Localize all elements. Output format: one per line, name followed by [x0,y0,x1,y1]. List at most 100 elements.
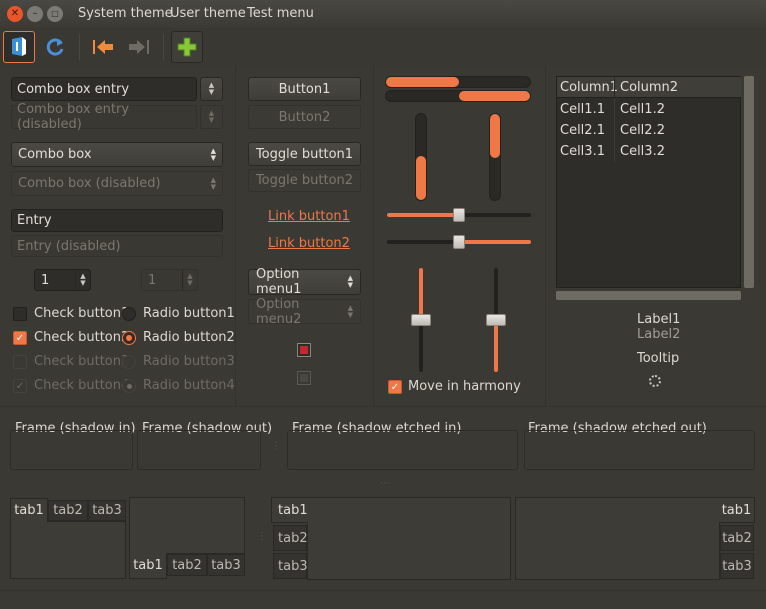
hscale2-knob[interactable] [453,235,465,249]
combo-box-label: Combo box [18,147,92,162]
move-in-harmony-checkbox[interactable]: ✓ [388,380,402,394]
maximize-icon[interactable]: □ [47,6,63,22]
hscale1-knob[interactable] [453,208,465,222]
radio-button2-circle[interactable] [122,331,136,345]
spin-button[interactable]: 1 ▲ ▼ [34,269,91,291]
combo-box-entry[interactable]: Combo box entry [11,77,197,101]
combo-entry-disabled-dropdown: ▲ ▼ [200,105,223,129]
option-menu2: Option menu2 ▲ ▼ [248,297,361,327]
spin-arrows-icon[interactable]: ▲ ▼ [75,270,90,290]
notebook-bottom-tab2[interactable]: tab2 [167,554,207,576]
progress-bar-vertical2 [489,113,501,201]
column-separator [545,66,546,406]
check-button1-box[interactable] [13,307,27,321]
refresh-icon[interactable] [39,31,71,63]
spin-button-disabled-value: 1 [148,272,157,288]
link-button2[interactable]: Link button2 [268,236,350,251]
spinner-icon [649,375,661,387]
tree-vscrollbar[interactable] [744,76,754,288]
notebook-top-tab3[interactable]: tab3 [88,500,126,521]
progress-fill [490,114,500,158]
radio-button2-label: Radio button2 [143,330,235,345]
spin-button-disabled: 1 ▲ ▼ [141,269,198,291]
combo-entry-dropdown[interactable]: ▲ ▼ [200,77,223,101]
column-divider [614,98,615,162]
notebook-right-tab1[interactable]: tab1 [719,497,755,523]
combo-box-disabled: Combo box (disabled) ▲ ▼ [11,171,223,196]
tree-cell[interactable]: Cell1.2 [620,102,665,117]
radio-button3-label: Radio button3 [143,354,235,369]
bottom-separator [0,590,766,591]
progress-bar-vertical1 [415,113,427,201]
frame-etched-out [524,430,755,470]
combo-box-entry-disabled: Combo box entry (disabled) [11,102,197,132]
toolbar-separator [163,34,164,60]
radio-button1-circle[interactable] [122,307,136,321]
notebook-top-tab2[interactable]: tab2 [48,500,88,521]
pane-handle-icon[interactable]: ⋮ [257,531,267,542]
check-button2-box[interactable]: ✓ [13,331,27,345]
pane-handle-icon[interactable]: ⋯ [380,478,390,489]
chevron-updown-icon: ▲ ▼ [210,175,216,191]
back-icon[interactable] [87,31,119,63]
menu-test[interactable]: Test menu [247,6,314,21]
column2-header[interactable]: Column2 [620,80,678,95]
spin-button-value: 1 [41,272,50,288]
progress-bar-horizontal1 [385,76,531,88]
notebook-right-tab2[interactable]: tab2 [720,525,754,551]
progress-bar-horizontal2 [385,90,531,102]
toggle-button1[interactable]: Toggle button1 [248,142,361,166]
hscale1-fill [387,213,459,217]
frame-etched-in [287,430,518,470]
tree-hscrollbar[interactable] [556,291,741,300]
row-separator [0,406,766,407]
entry-field[interactable]: Entry [11,209,223,232]
notebook-left-tab1[interactable]: tab1 [271,497,308,523]
menu-user-theme[interactable]: User theme [170,6,246,21]
button1[interactable]: Button1 [248,77,361,101]
notebook-left-page [307,497,511,580]
notebook-left-tab2[interactable]: tab2 [273,525,308,551]
link-button1[interactable]: Link button1 [268,209,350,224]
radio-button1-label: Radio button1 [143,306,235,321]
hscale2-fill [459,240,531,244]
notebook-top-tab1[interactable]: tab1 [10,498,48,522]
notebook-top-page [10,521,126,579]
notebook-left-tab3[interactable]: tab3 [273,553,308,579]
notebook-bottom-tab1[interactable]: tab1 [129,553,167,579]
column1-header[interactable]: Column1 [560,80,618,95]
notebook-bottom-tab3[interactable]: tab3 [207,554,245,576]
option-menu1[interactable]: Option menu1 ▲ ▼ [248,267,361,297]
header-divider [614,78,615,97]
tree-cell[interactable]: Cell1.1 [560,102,605,117]
tree-cell[interactable]: Cell3.2 [620,144,665,159]
check-button3-box [13,355,27,369]
frame-shadow-out [137,430,261,470]
vscale1-knob[interactable] [411,314,431,326]
radio-button4-circle [122,379,136,393]
add-icon[interactable] [171,31,203,63]
app-icon[interactable] [3,31,35,63]
entry-field-disabled: Entry (disabled) [11,235,223,257]
color-button-disabled-icon [297,371,311,385]
notebook-right-tab3[interactable]: tab3 [720,553,754,579]
tree-cell[interactable]: Cell2.1 [560,123,605,138]
progress-fill [416,156,426,200]
forward-icon[interactable] [123,31,155,63]
notebook-bottom-page [129,497,245,554]
close-icon[interactable]: ✕ [7,6,23,22]
tree-cell[interactable]: Cell2.2 [620,123,665,138]
menu-system-theme[interactable]: System theme [78,6,173,21]
button2: Button2 [248,105,361,129]
toggle-button2: Toggle button2 [248,169,361,192]
tree-cell[interactable]: Cell3.1 [560,144,605,159]
tooltip-label[interactable]: Tooltip [637,351,679,366]
vscale2-knob[interactable] [486,314,506,326]
pane-handle-icon[interactable]: ⋮ [271,441,281,452]
combo-box[interactable]: Combo box ▲ ▼ [11,142,223,167]
radio-button3-circle [122,355,136,369]
color-button-icon[interactable] [297,343,311,357]
vscale2-fill [494,320,498,372]
progress-fill [386,77,459,87]
minimize-icon[interactable]: – [27,6,43,22]
